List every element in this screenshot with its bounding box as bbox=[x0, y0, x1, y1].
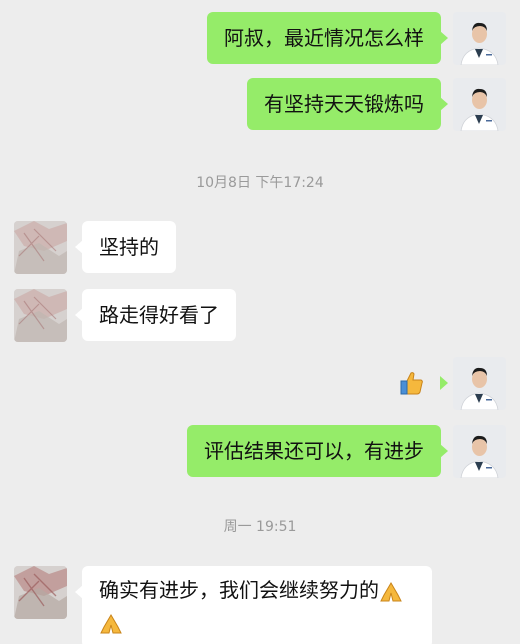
received-message[interactable]: 路走得好看了 bbox=[75, 289, 236, 341]
received-message[interactable]: 坚持的 bbox=[75, 221, 176, 273]
patient-photo-icon bbox=[14, 221, 67, 274]
sent-message[interactable]: 有坚持天天锻炼吗 bbox=[247, 78, 448, 130]
message-timestamp: 周一 19:51 bbox=[223, 519, 297, 535]
doctor-portrait-icon bbox=[453, 78, 506, 131]
doctor-portrait-icon bbox=[453, 357, 506, 410]
patient-avatar[interactable] bbox=[14, 221, 67, 274]
patient-photo-icon bbox=[14, 566, 67, 619]
sent-message[interactable]: 评估结果还可以，有进步 bbox=[187, 425, 448, 477]
doctor-portrait-icon bbox=[453, 12, 506, 65]
doctor-avatar[interactable] bbox=[453, 357, 506, 410]
doctor-avatar[interactable] bbox=[453, 12, 506, 65]
doctor-avatar[interactable] bbox=[453, 78, 506, 131]
patient-photo-icon bbox=[14, 289, 67, 342]
message-text: 确实有进步，我们会继续努力的 bbox=[99, 578, 379, 602]
message-timestamp: 10月8日 下午17:24 bbox=[196, 175, 324, 191]
doctor-avatar[interactable] bbox=[453, 425, 506, 478]
sent-message[interactable]: 阿叔，最近情况怎么样 bbox=[207, 12, 448, 64]
patient-avatar[interactable] bbox=[14, 289, 67, 342]
chat-window: 阿叔，最近情况怎么样 有坚持天天锻炼吗 10月8日 下午17:24 坚持的 路走… bbox=[0, 0, 520, 644]
patient-avatar[interactable] bbox=[14, 566, 67, 619]
folded-hands-icon bbox=[100, 613, 122, 633]
folded-hands-icon bbox=[380, 581, 402, 601]
doctor-portrait-icon bbox=[453, 425, 506, 478]
received-message[interactable]: 确实有进步，我们会继续努力的 bbox=[75, 566, 432, 644]
thumbs-up-icon bbox=[400, 372, 423, 395]
